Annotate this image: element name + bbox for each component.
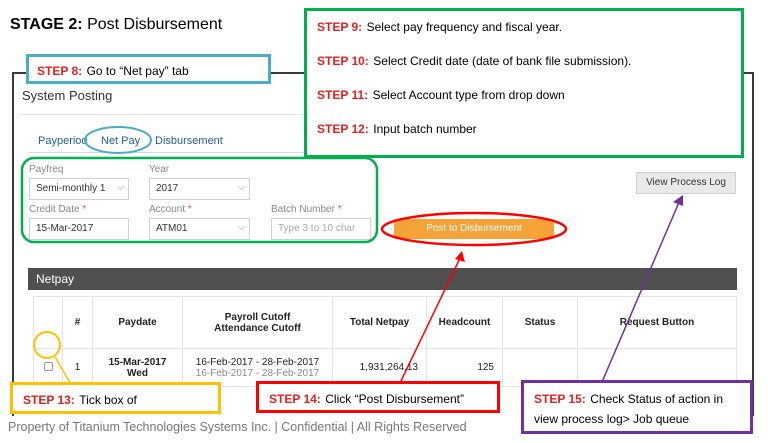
step13-text: Tick box of: [79, 393, 137, 407]
step8-label: STEP 8:: [37, 64, 83, 78]
net-pay-tab-highlight: [84, 126, 152, 154]
step15-arrow: [601, 199, 681, 383]
step11-line: STEP 11: Select Account type from drop d…: [317, 86, 731, 120]
steps-9-12-callout: STEP 9: Select pay frequency and fiscal …: [304, 8, 744, 158]
step13-label: STEP 13:: [23, 393, 75, 407]
step12-label: STEP 12:: [317, 122, 369, 136]
step14-label: STEP 14:: [269, 392, 321, 406]
step10-text: Select Credit date (date of bank file su…: [373, 54, 632, 68]
step11-label: STEP 11:: [317, 88, 369, 102]
step12-line: STEP 12: Input batch number: [317, 120, 731, 138]
footer-text: Property of Titanium Technologies System…: [8, 420, 467, 434]
step14-arrow: [399, 253, 463, 384]
step11-text: Select Account type from drop down: [372, 88, 565, 102]
step14-arrowhead: [455, 251, 465, 262]
step10-line: STEP 10: Select Credit date (date of ban…: [317, 52, 731, 86]
step15-label: STEP 15:: [534, 392, 586, 406]
step14-callout: STEP 14: Click “Post Disbursement”: [256, 381, 500, 413]
step15-callout: STEP 15: Check Status of action in view …: [521, 380, 753, 434]
step13-callout: STEP 13: Tick box of: [10, 382, 221, 414]
step15-line1: STEP 15: Check Status of action in: [534, 389, 740, 409]
step10-label: STEP 10:: [317, 54, 369, 68]
step8-callout: STEP 8: Go to “Net pay” tab: [26, 54, 271, 84]
post-button-highlight: [380, 211, 568, 247]
step12-text: Input batch number: [373, 122, 477, 136]
checkbox-highlight: [33, 331, 61, 359]
form-highlight: [20, 156, 379, 244]
step8-text: Go to “Net pay” tab: [86, 64, 189, 78]
step9-line: STEP 9: Select pay frequency and fiscal …: [317, 18, 731, 52]
step9-label: STEP 9:: [317, 20, 363, 34]
step9-text: Select pay frequency and fiscal year.: [366, 20, 563, 34]
step15-text: Check Status of action in: [590, 392, 724, 406]
step15-text2: view process log> Job queue: [534, 412, 690, 426]
step14-text: Click “Post Disbursement”: [325, 392, 464, 406]
